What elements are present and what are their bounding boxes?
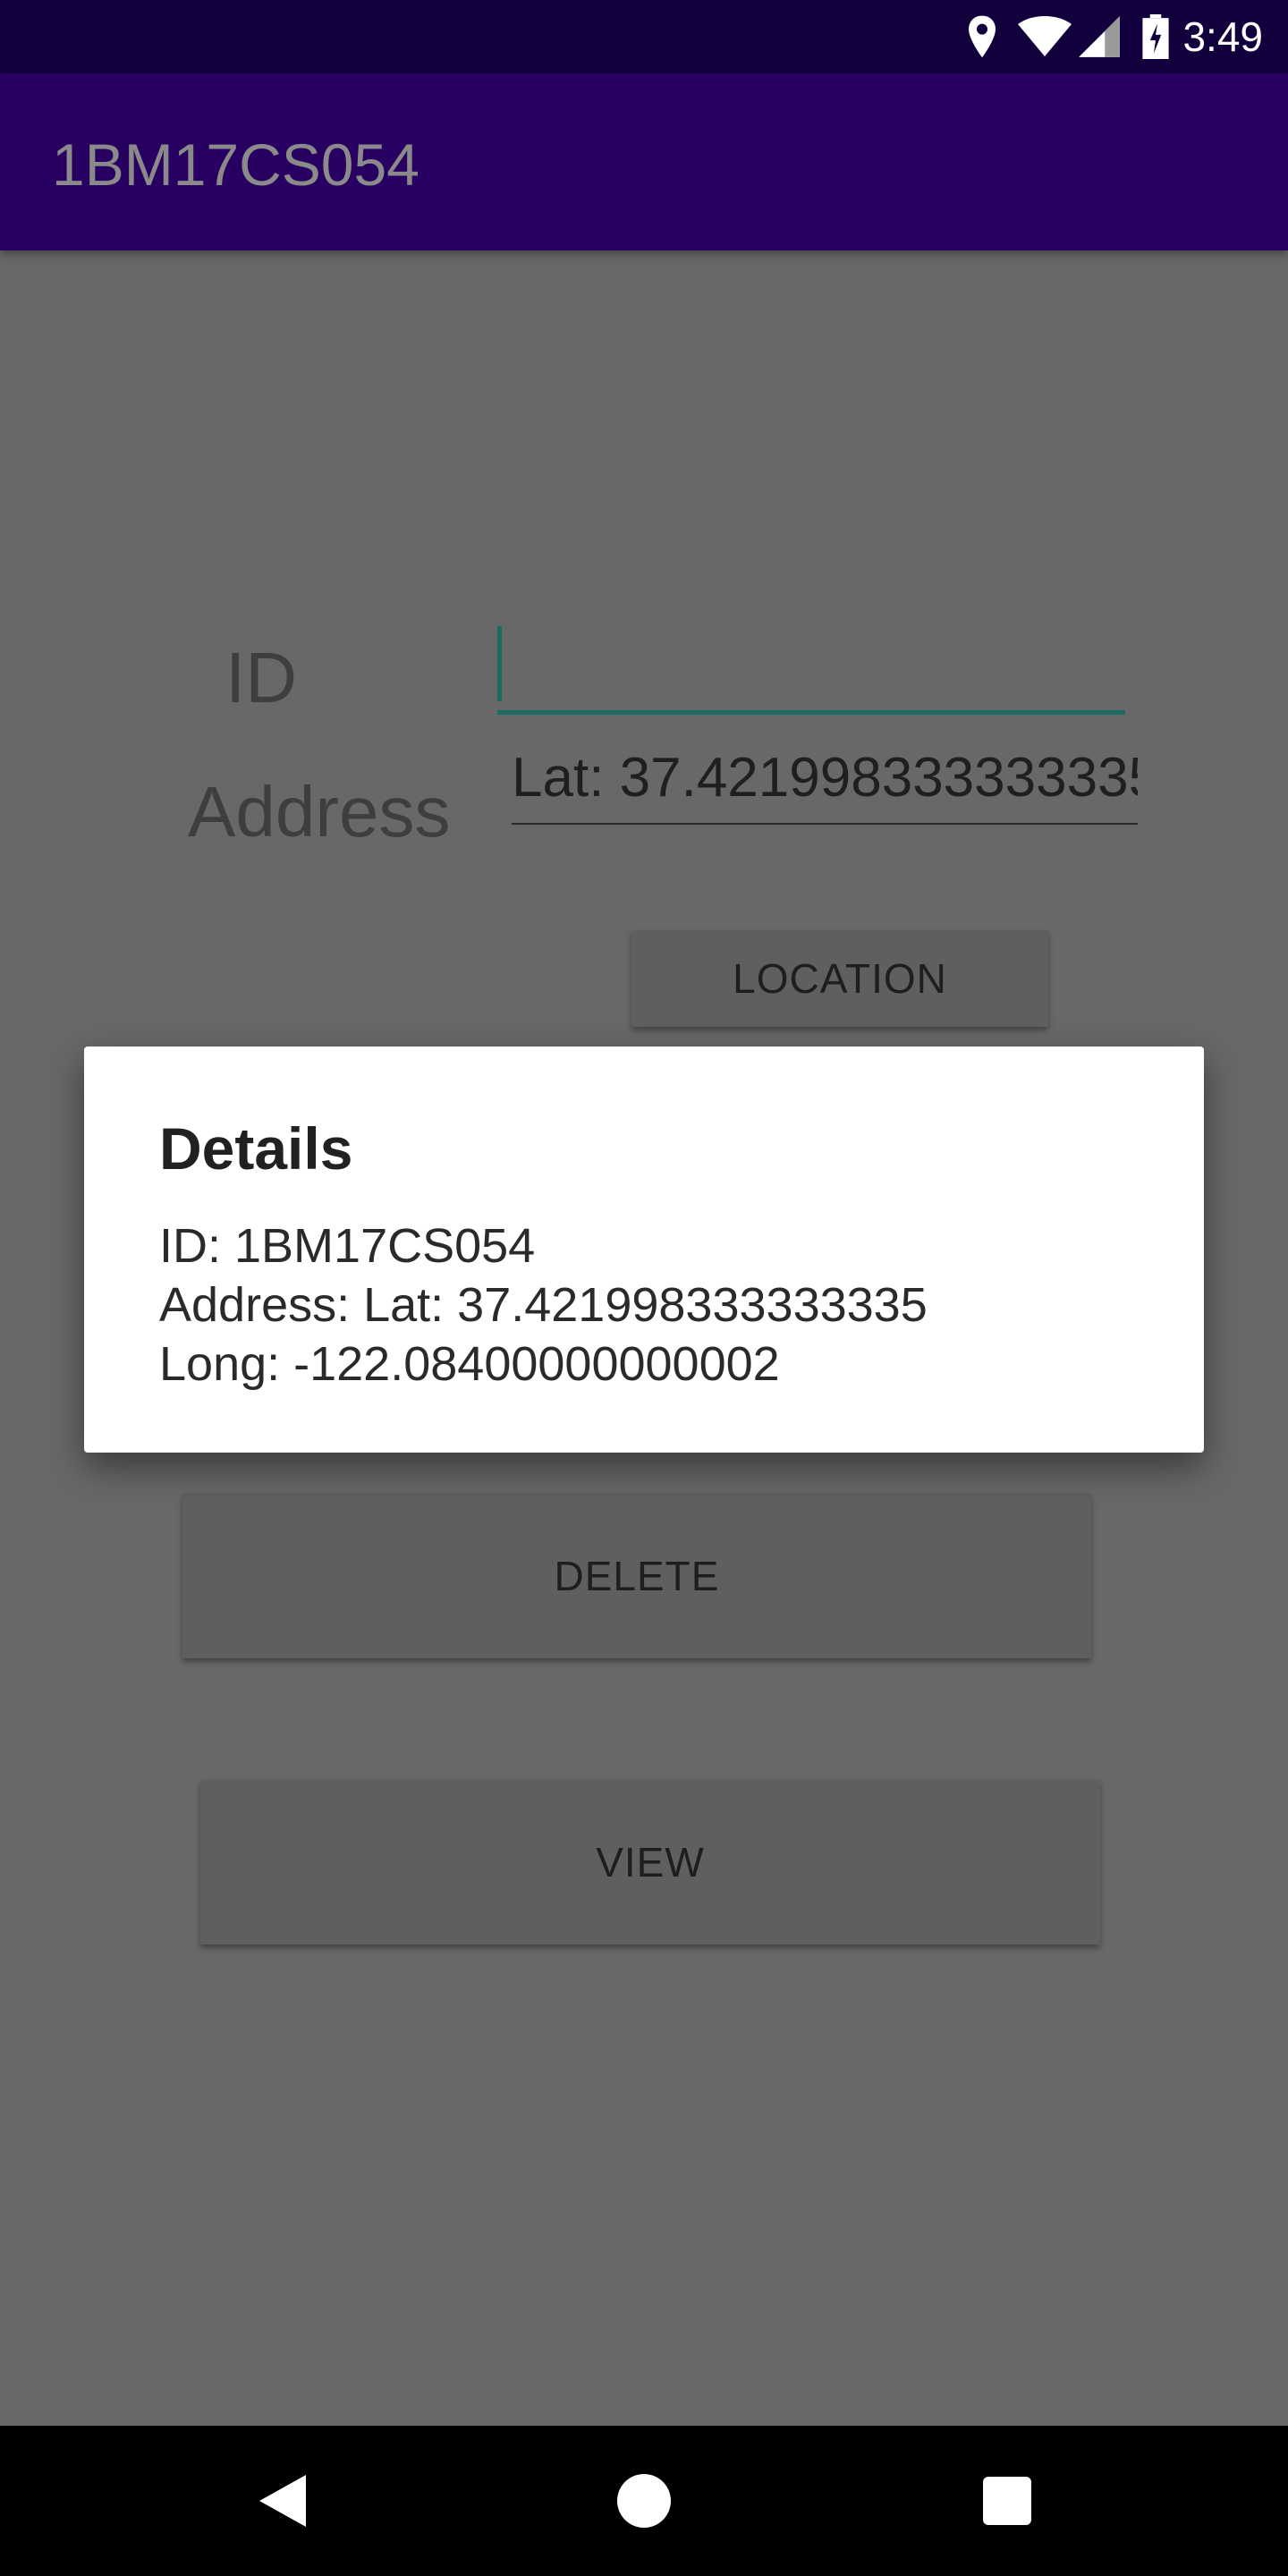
id-input[interactable] bbox=[497, 621, 1125, 715]
dialog-title: Details bbox=[159, 1115, 353, 1182]
location-button[interactable]: LOCATION bbox=[631, 930, 1048, 1027]
dialog-line-long: Long: -122.08400000000002 bbox=[159, 1337, 780, 1391]
text-cursor bbox=[497, 626, 502, 701]
battery-charging-icon bbox=[1141, 14, 1170, 59]
wifi-icon bbox=[1016, 14, 1073, 59]
view-button[interactable]: VIEW bbox=[200, 1780, 1100, 1945]
location-icon bbox=[964, 14, 1000, 59]
home-icon[interactable] bbox=[572, 2426, 716, 2576]
status-icons: 3:49 bbox=[964, 0, 1263, 73]
back-icon[interactable] bbox=[211, 2426, 354, 2576]
signal-icon bbox=[1077, 14, 1122, 59]
status-time: 3:49 bbox=[1182, 13, 1263, 60]
recents-icon[interactable] bbox=[936, 2426, 1079, 2576]
app-bar: 1BM17CS054 bbox=[0, 73, 1288, 250]
app-title: 1BM17CS054 bbox=[52, 131, 419, 198]
dialog-line-address: Address: Lat: 37.421998333333335 bbox=[159, 1278, 928, 1332]
id-label: ID bbox=[225, 638, 297, 717]
status-bar: 3:49 bbox=[0, 0, 1288, 73]
navigation-bar bbox=[0, 2426, 1288, 2576]
address-input-value: Lat: 37.421998333333335 Long: -122.08400… bbox=[512, 747, 1138, 809]
delete-button[interactable]: DELETE bbox=[182, 1494, 1091, 1658]
address-input[interactable]: Lat: 37.421998333333335 Long: -122.08400… bbox=[512, 741, 1138, 825]
dialog-message: ID: 1BM17CS054 Address: Lat: 37.42199833… bbox=[159, 1216, 928, 1394]
address-label: Address bbox=[188, 772, 451, 852]
details-dialog: Details ID: 1BM17CS054 Address: Lat: 37.… bbox=[84, 1046, 1204, 1453]
dialog-line-id: ID: 1BM17CS054 bbox=[159, 1219, 536, 1273]
